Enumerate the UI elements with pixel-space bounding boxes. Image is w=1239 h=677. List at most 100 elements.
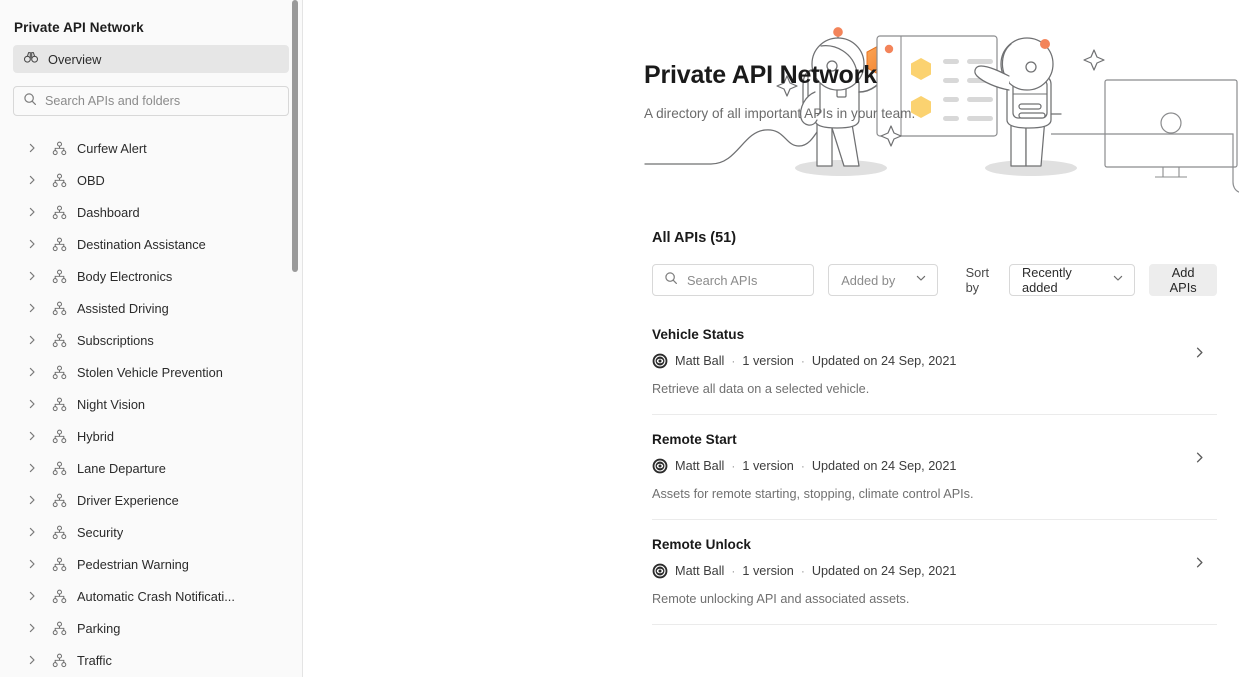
chevron-down-icon	[1112, 271, 1124, 289]
search-icon	[664, 271, 678, 290]
sidebar-tree-item-label: Hybrid	[77, 428, 114, 444]
chevron-right-icon[interactable]	[24, 460, 40, 476]
api-network-icon	[51, 652, 67, 668]
sidebar-overview-label: Overview	[48, 51, 102, 67]
sidebar-search-input[interactable]	[45, 94, 279, 108]
hero-text: Private API Network A directory of all i…	[303, 0, 1239, 120]
sidebar-scrollbar-thumb[interactable]	[292, 0, 298, 272]
sidebar-tree-item[interactable]: Subscriptions	[0, 324, 302, 356]
sidebar-tree-item[interactable]: OBD	[0, 164, 302, 196]
sidebar-tree-item-label: Pedestrian Warning	[77, 556, 189, 572]
page-title: Private API Network	[644, 61, 877, 89]
chevron-right-icon[interactable]	[1191, 344, 1207, 360]
chevron-right-icon[interactable]	[1191, 449, 1207, 465]
chevron-right-icon[interactable]	[24, 652, 40, 668]
add-apis-button[interactable]: Add APIs	[1149, 264, 1217, 296]
avatar	[652, 458, 668, 474]
sidebar-tree-item[interactable]: Hybrid	[0, 420, 302, 452]
chevron-right-icon[interactable]	[24, 524, 40, 540]
sidebar-search-box[interactable]	[13, 86, 289, 116]
sidebar-tree-item[interactable]: Lane Departure	[0, 452, 302, 484]
sidebar-tree-item-label: Destination Assistance	[77, 236, 206, 252]
chevron-right-icon[interactable]	[24, 556, 40, 572]
sidebar-tree-item[interactable]: Driver Experience	[0, 484, 302, 516]
sidebar-tree-item[interactable]: Body Electronics	[0, 260, 302, 292]
sidebar-tree-item-label: Night Vision	[77, 396, 146, 412]
sidebar-scrollbar[interactable]	[292, 0, 298, 677]
chevron-right-icon[interactable]	[1191, 554, 1207, 570]
api-list-row[interactable]: Remote Start Matt Ball · 1 version · Updated …	[652, 415, 1217, 520]
api-meta: Matt Ball · 1 version · Updated on 24 Sep, 2…	[652, 458, 1217, 474]
sidebar-tree-item[interactable]: Traffic	[0, 644, 302, 676]
sidebar-tree-item-label: OBD	[77, 172, 105, 188]
api-list-row[interactable]: Vehicle Status Matt Ball · 1 version · Update…	[652, 310, 1217, 415]
api-versions: 1 version	[742, 564, 794, 578]
api-list-row[interactable]: Remote Unlock Matt Ball · 1 version · Updated…	[652, 520, 1217, 625]
sidebar-tree-item[interactable]: Night Vision	[0, 388, 302, 420]
sidebar-tree-item[interactable]: Automatic Crash Notificati...	[0, 580, 302, 612]
api-updated: Updated on 24 Sep, 2021	[811, 564, 957, 578]
api-versions: 1 version	[742, 354, 794, 368]
sidebar-tree: Curfew Alert OBD Dashboard Destination Assi…	[0, 116, 302, 676]
chevron-right-icon[interactable]	[24, 588, 40, 604]
sidebar-title: Private API Network	[14, 20, 144, 35]
api-meta: Matt Ball · 1 version · Updated on 24 Sep, 2…	[652, 353, 1217, 369]
added-by-select[interactable]: Added by	[828, 264, 938, 296]
sidebar-tree-item-label: Security	[77, 524, 124, 540]
sort-by-label: Sort by	[965, 265, 990, 295]
api-network-icon	[51, 204, 67, 220]
meta-separator: ·	[731, 564, 736, 578]
added-by-value: Added by	[841, 272, 896, 288]
app-root: Private API Network Overview Search APIs…	[0, 0, 1239, 677]
chevron-right-icon[interactable]	[24, 268, 40, 284]
api-network-icon	[51, 172, 67, 188]
sidebar-tree-item[interactable]: Curfew Alert	[0, 132, 302, 164]
search-apis-box[interactable]	[652, 264, 815, 296]
sidebar-tree-item-label: Dashboard	[77, 204, 140, 220]
sidebar-item-overview[interactable]: Overview	[13, 45, 289, 73]
api-network-icon	[51, 140, 67, 156]
api-network-icon	[51, 460, 67, 476]
meta-separator: ·	[731, 459, 736, 473]
sidebar-tree-item-label: Subscriptions	[77, 332, 154, 348]
api-meta: Matt Ball · 1 version · Updated on 24 Sep, 2…	[652, 563, 1217, 579]
main-content: Private API Network A directory of all i…	[303, 0, 1239, 677]
list-controls: Added by Sort by Recently added Add APIs	[303, 264, 1239, 296]
chevron-right-icon[interactable]	[24, 364, 40, 380]
meta-separator: ·	[731, 354, 736, 368]
chevron-right-icon[interactable]	[24, 620, 40, 636]
meta-separator: ·	[800, 459, 805, 473]
api-updated: Updated on 24 Sep, 2021	[811, 459, 957, 473]
sidebar-tree-item[interactable]: Destination Assistance	[0, 228, 302, 260]
chevron-right-icon[interactable]	[24, 300, 40, 316]
sort-by-select[interactable]: Recently added	[1009, 264, 1136, 296]
api-name: Vehicle Status	[652, 327, 745, 342]
sidebar-tree-item[interactable]: Dashboard	[0, 196, 302, 228]
api-network-icon	[51, 332, 67, 348]
api-list: Vehicle Status Matt Ball · 1 version · Update…	[303, 310, 1239, 625]
api-network-icon	[51, 492, 67, 508]
chevron-right-icon[interactable]	[24, 172, 40, 188]
avatar	[652, 563, 668, 579]
api-network-icon	[51, 588, 67, 604]
chevron-right-icon[interactable]	[24, 492, 40, 508]
chevron-right-icon[interactable]	[24, 332, 40, 348]
search-apis-input[interactable]	[687, 272, 803, 288]
api-network-icon	[51, 556, 67, 572]
chevron-right-icon[interactable]	[24, 236, 40, 252]
sidebar-tree-item[interactable]: Assisted Driving	[0, 292, 302, 324]
api-network-icon	[51, 620, 67, 636]
api-author: Matt Ball	[675, 354, 725, 368]
sidebar-tree-item[interactable]: Security	[0, 516, 302, 548]
chevron-right-icon[interactable]	[24, 204, 40, 220]
api-network-icon	[51, 428, 67, 444]
chevron-right-icon[interactable]	[24, 396, 40, 412]
chevron-down-icon	[915, 271, 927, 289]
sidebar-tree-item[interactable]: Pedestrian Warning	[0, 548, 302, 580]
chevron-right-icon[interactable]	[24, 140, 40, 156]
all-apis-heading: All APIs (51)	[652, 230, 737, 246]
sidebar-tree-item[interactable]: Parking	[0, 612, 302, 644]
api-author: Matt Ball	[675, 459, 725, 473]
sidebar-tree-item[interactable]: Stolen Vehicle Prevention	[0, 356, 302, 388]
chevron-right-icon[interactable]	[24, 428, 40, 444]
